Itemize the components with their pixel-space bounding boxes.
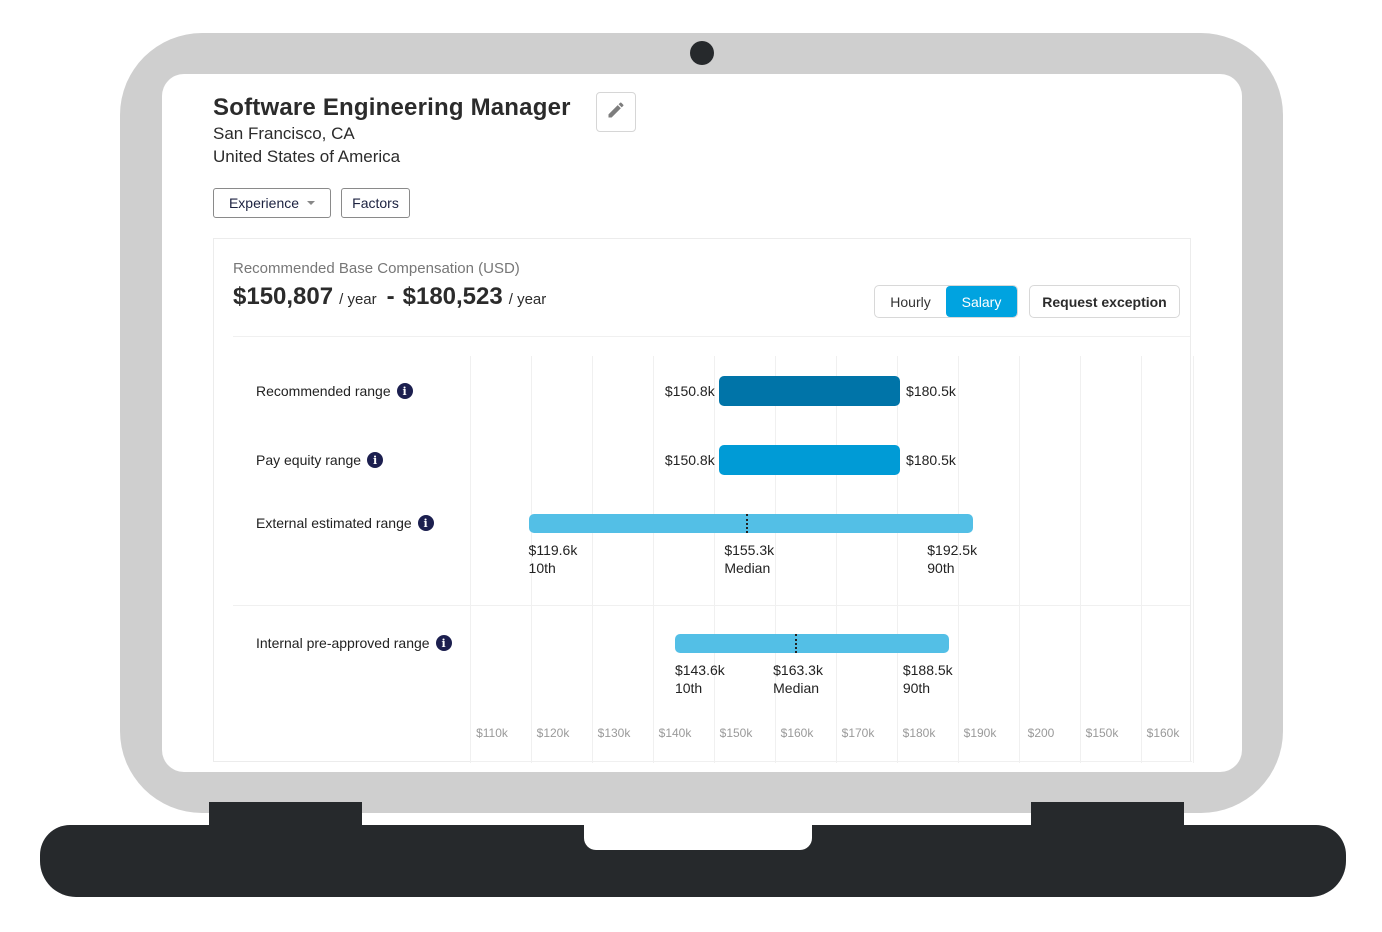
percentile-label-high: $188.5k 90th — [903, 661, 953, 697]
experience-label: Experience — [228, 195, 300, 211]
row-label-text: Recommended range — [256, 383, 391, 399]
x-tick-label: $200 — [1027, 726, 1055, 740]
percentile-name: 90th — [927, 560, 955, 576]
x-tick-label: $120k — [536, 726, 570, 740]
percentile-name: Median — [724, 560, 771, 576]
gridline — [592, 356, 593, 763]
x-tick-label: $170k — [841, 726, 875, 740]
webcam — [690, 41, 714, 65]
percentile-value: $119.6k — [528, 542, 578, 558]
experience-dropdown[interactable]: Experience — [213, 188, 331, 218]
row-label: Internal pre-approved range i — [256, 635, 452, 651]
gridline — [1019, 356, 1020, 763]
gridline — [1080, 356, 1081, 763]
x-tick-label: $140k — [658, 726, 692, 740]
gridline — [714, 356, 715, 763]
percentile-name: 10th — [528, 560, 556, 576]
percentile-label-median: $163.3k Median — [773, 661, 823, 697]
info-icon[interactable]: i — [367, 452, 384, 468]
range-chart: $110k $120k $130k $140k $150k $160k $170k $180k… — [214, 239, 1194, 763]
x-axis-line — [470, 761, 1192, 762]
percentile-label-low: $119.6k 10th — [529, 541, 578, 577]
percentile-label-low: $143.6k 10th — [675, 661, 725, 697]
percentile-name: 10th — [674, 680, 703, 696]
compensation-panel: Recommended Base Compensation (USD) $150… — [213, 238, 1194, 763]
x-tick-label: $150k — [719, 726, 753, 740]
median-marker — [746, 514, 749, 533]
row-label-text: External estimated range — [256, 515, 412, 531]
info-icon[interactable]: i — [396, 383, 413, 399]
x-tick-label: $160k — [780, 726, 814, 740]
range-bar — [718, 445, 901, 475]
gridline — [775, 356, 776, 763]
job-title: Software Engineering Manager — [213, 94, 571, 121]
percentile-label-median: $155.3k Median — [724, 541, 774, 577]
row-label: Recommended range i — [256, 383, 413, 399]
screen: Software Engineering Manager San Francis… — [162, 74, 1242, 772]
edit-button[interactable] — [596, 92, 636, 132]
location-country: United States of America — [213, 147, 401, 166]
row-label: Pay equity range i — [256, 452, 384, 468]
range-bar — [718, 376, 901, 406]
gridline — [1141, 356, 1142, 763]
percentile-name: 90th — [902, 680, 931, 696]
gridline — [1193, 356, 1194, 763]
range-bar — [528, 514, 974, 533]
x-tick-label: $130k — [597, 726, 631, 740]
x-tick-label: $180k — [902, 726, 936, 740]
info-icon[interactable]: i — [435, 635, 452, 651]
percentile-value: $163.3k — [773, 662, 823, 678]
gridline — [470, 356, 471, 763]
laptop-notch — [584, 825, 812, 850]
percentile-value: $192.5k — [927, 542, 978, 558]
percentile-name: Median — [773, 680, 820, 696]
range-bar — [674, 634, 949, 653]
gridline — [653, 356, 654, 763]
percentile-label-high: $192.5k 90th — [927, 541, 977, 577]
location-city: San Francisco, CA — [213, 124, 355, 143]
x-tick-label: $190k — [963, 726, 997, 740]
percentile-value: $143.6k — [674, 662, 725, 678]
factors-button[interactable]: Factors — [341, 188, 410, 218]
gridline — [897, 356, 898, 763]
median-marker — [795, 634, 798, 653]
percentile-value: $188.5k — [902, 662, 953, 678]
bar-high-label: $180.5k — [906, 383, 956, 399]
percentile-value: $155.3k — [724, 542, 775, 558]
row-label-text: Internal pre-approved range — [256, 635, 430, 651]
x-tick-label: $110k — [476, 726, 508, 740]
x-tick-label: $160k — [1146, 726, 1180, 740]
caret-down-icon — [307, 201, 316, 205]
bar-low-label: $150.8k — [664, 383, 715, 399]
x-tick-label: $150k — [1085, 726, 1119, 740]
gridline — [836, 356, 837, 763]
info-icon[interactable]: i — [417, 515, 434, 531]
bar-high-label: $180.5k — [906, 452, 956, 468]
bar-low-label: $150.8k — [664, 452, 715, 468]
pencil-icon — [606, 100, 626, 125]
row-label: External estimated range i — [256, 515, 434, 531]
row-label-text: Pay equity range — [256, 452, 362, 468]
